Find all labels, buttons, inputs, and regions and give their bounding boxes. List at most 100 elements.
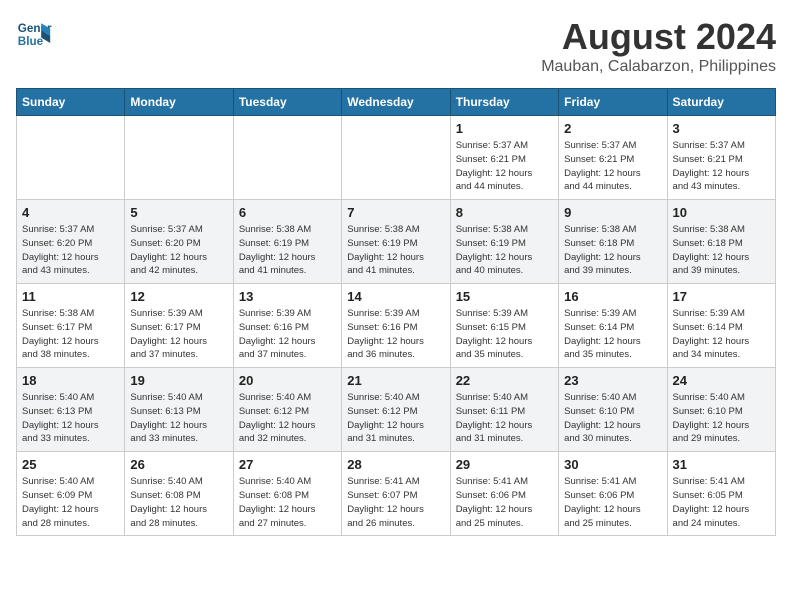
day-info: Sunrise: 5:38 AM Sunset: 6:18 PM Dayligh… [673, 223, 770, 278]
logo: General Blue [16, 16, 52, 52]
day-number: 22 [456, 373, 553, 388]
weekday-header-friday: Friday [559, 89, 667, 116]
day-cell: 28 Sunrise: 5:41 AM Sunset: 6:07 PM Dayli… [342, 452, 450, 536]
day-info: Sunrise: 5:41 AM Sunset: 6:06 PM Dayligh… [456, 475, 553, 530]
day-cell: 5Sunrise: 5:37 AM Sunset: 6:20 PM Daylig… [125, 200, 233, 284]
week-row-4: 18 Sunrise: 5:40 AM Sunset: 6:13 PM Dayli… [17, 368, 776, 452]
day-number: 1 [456, 121, 553, 136]
day-info: Sunrise: 5:41 AM Sunset: 6:05 PM Dayligh… [673, 475, 770, 530]
day-cell: 26 Sunrise: 5:40 AM Sunset: 6:08 PM Dayli… [125, 452, 233, 536]
day-cell: 29 Sunrise: 5:41 AM Sunset: 6:06 PM Dayli… [450, 452, 558, 536]
day-cell: 10 Sunrise: 5:38 AM Sunset: 6:18 PM Dayli… [667, 200, 775, 284]
day-number: 5 [130, 205, 227, 220]
day-info: Sunrise: 5:37 AM Sunset: 6:21 PM Dayligh… [673, 139, 770, 194]
day-info: Sunrise: 5:39 AM Sunset: 6:14 PM Dayligh… [564, 307, 661, 362]
calendar-subtitle: Mauban, Calabarzon, Philippines [541, 58, 776, 76]
day-info: Sunrise: 5:40 AM Sunset: 6:11 PM Dayligh… [456, 391, 553, 446]
day-info: Sunrise: 5:39 AM Sunset: 6:16 PM Dayligh… [239, 307, 336, 362]
day-cell: 2 Sunrise: 5:37 AM Sunset: 6:21 PM Daylig… [559, 116, 667, 200]
day-number: 29 [456, 457, 553, 472]
calendar-table: SundayMondayTuesdayWednesdayThursdayFrid… [16, 88, 776, 536]
day-number: 7 [347, 205, 444, 220]
day-info: Sunrise: 5:38 AM Sunset: 6:19 PM Dayligh… [347, 223, 444, 278]
day-cell [342, 116, 450, 200]
day-info: Sunrise: 5:37 AM Sunset: 6:20 PM Dayligh… [22, 223, 119, 278]
week-row-1: 1 Sunrise: 5:37 AM Sunset: 6:21 PM Daylig… [17, 116, 776, 200]
day-info: Sunrise: 5:38 AM Sunset: 6:18 PM Dayligh… [564, 223, 661, 278]
day-number: 2 [564, 121, 661, 136]
day-cell: 9 Sunrise: 5:38 AM Sunset: 6:18 PM Daylig… [559, 200, 667, 284]
day-info: Sunrise: 5:40 AM Sunset: 6:09 PM Dayligh… [22, 475, 119, 530]
weekday-header-saturday: Saturday [667, 89, 775, 116]
day-number: 8 [456, 205, 553, 220]
day-info: Sunrise: 5:38 AM Sunset: 6:19 PM Dayligh… [456, 223, 553, 278]
weekday-header-tuesday: Tuesday [233, 89, 341, 116]
day-cell: 20 Sunrise: 5:40 AM Sunset: 6:12 PM Dayli… [233, 368, 341, 452]
day-number: 12 [130, 289, 227, 304]
day-cell: 4Sunrise: 5:37 AM Sunset: 6:20 PM Daylig… [17, 200, 125, 284]
day-cell: 1 Sunrise: 5:37 AM Sunset: 6:21 PM Daylig… [450, 116, 558, 200]
day-number: 10 [673, 205, 770, 220]
day-number: 28 [347, 457, 444, 472]
day-cell: 14Sunrise: 5:39 AM Sunset: 6:16 PM Dayli… [342, 284, 450, 368]
day-info: Sunrise: 5:37 AM Sunset: 6:21 PM Dayligh… [456, 139, 553, 194]
day-number: 23 [564, 373, 661, 388]
day-cell: 25 Sunrise: 5:40 AM Sunset: 6:09 PM Dayli… [17, 452, 125, 536]
day-number: 9 [564, 205, 661, 220]
day-cell: 11 Sunrise: 5:38 AM Sunset: 6:17 PM Dayli… [17, 284, 125, 368]
week-row-3: 11 Sunrise: 5:38 AM Sunset: 6:17 PM Dayli… [17, 284, 776, 368]
day-info: Sunrise: 5:41 AM Sunset: 6:07 PM Dayligh… [347, 475, 444, 530]
day-number: 31 [673, 457, 770, 472]
day-number: 21 [347, 373, 444, 388]
calendar-title: August 2024 [541, 16, 776, 58]
day-info: Sunrise: 5:40 AM Sunset: 6:13 PM Dayligh… [130, 391, 227, 446]
day-cell: 19Sunrise: 5:40 AM Sunset: 6:13 PM Dayli… [125, 368, 233, 452]
day-cell: 15 Sunrise: 5:39 AM Sunset: 6:15 PM Dayli… [450, 284, 558, 368]
day-number: 17 [673, 289, 770, 304]
day-number: 15 [456, 289, 553, 304]
day-number: 30 [564, 457, 661, 472]
day-info: Sunrise: 5:40 AM Sunset: 6:10 PM Dayligh… [673, 391, 770, 446]
day-cell: 13 Sunrise: 5:39 AM Sunset: 6:16 PM Dayli… [233, 284, 341, 368]
day-info: Sunrise: 5:39 AM Sunset: 6:15 PM Dayligh… [456, 307, 553, 362]
day-cell: 6Sunrise: 5:38 AM Sunset: 6:19 PM Daylig… [233, 200, 341, 284]
day-number: 18 [22, 373, 119, 388]
logo-icon: General Blue [16, 16, 52, 52]
day-cell [233, 116, 341, 200]
day-cell: 16 Sunrise: 5:39 AM Sunset: 6:14 PM Dayli… [559, 284, 667, 368]
weekday-header-monday: Monday [125, 89, 233, 116]
day-cell: 7 Sunrise: 5:38 AM Sunset: 6:19 PM Daylig… [342, 200, 450, 284]
title-area: August 2024 Mauban, Calabarzon, Philippi… [541, 16, 776, 76]
day-cell [17, 116, 125, 200]
day-cell: 30 Sunrise: 5:41 AM Sunset: 6:06 PM Dayli… [559, 452, 667, 536]
day-cell: 27Sunrise: 5:40 AM Sunset: 6:08 PM Dayli… [233, 452, 341, 536]
day-info: Sunrise: 5:39 AM Sunset: 6:14 PM Dayligh… [673, 307, 770, 362]
day-cell: 21Sunrise: 5:40 AM Sunset: 6:12 PM Dayli… [342, 368, 450, 452]
day-info: Sunrise: 5:38 AM Sunset: 6:17 PM Dayligh… [22, 307, 119, 362]
day-info: Sunrise: 5:40 AM Sunset: 6:10 PM Dayligh… [564, 391, 661, 446]
day-number: 3 [673, 121, 770, 136]
day-number: 24 [673, 373, 770, 388]
day-cell: 31 Sunrise: 5:41 AM Sunset: 6:05 PM Dayli… [667, 452, 775, 536]
day-number: 13 [239, 289, 336, 304]
day-info: Sunrise: 5:39 AM Sunset: 6:16 PM Dayligh… [347, 307, 444, 362]
day-number: 25 [22, 457, 119, 472]
day-cell: 18Sunrise: 5:40 AM Sunset: 6:13 PM Dayli… [17, 368, 125, 452]
weekday-header-wednesday: Wednesday [342, 89, 450, 116]
day-number: 26 [130, 457, 227, 472]
day-info: Sunrise: 5:40 AM Sunset: 6:12 PM Dayligh… [239, 391, 336, 446]
day-info: Sunrise: 5:40 AM Sunset: 6:08 PM Dayligh… [130, 475, 227, 530]
day-info: Sunrise: 5:38 AM Sunset: 6:19 PM Dayligh… [239, 223, 336, 278]
day-cell: 17 Sunrise: 5:39 AM Sunset: 6:14 PM Dayli… [667, 284, 775, 368]
day-info: Sunrise: 5:41 AM Sunset: 6:06 PM Dayligh… [564, 475, 661, 530]
day-cell: 8 Sunrise: 5:38 AM Sunset: 6:19 PM Daylig… [450, 200, 558, 284]
week-row-5: 25 Sunrise: 5:40 AM Sunset: 6:09 PM Dayli… [17, 452, 776, 536]
day-number: 11 [22, 289, 119, 304]
day-info: Sunrise: 5:40 AM Sunset: 6:08 PM Dayligh… [239, 475, 336, 530]
day-info: Sunrise: 5:37 AM Sunset: 6:21 PM Dayligh… [564, 139, 661, 194]
day-number: 16 [564, 289, 661, 304]
day-cell: 3 Sunrise: 5:37 AM Sunset: 6:21 PM Daylig… [667, 116, 775, 200]
weekday-header-sunday: Sunday [17, 89, 125, 116]
day-cell [125, 116, 233, 200]
day-number: 20 [239, 373, 336, 388]
